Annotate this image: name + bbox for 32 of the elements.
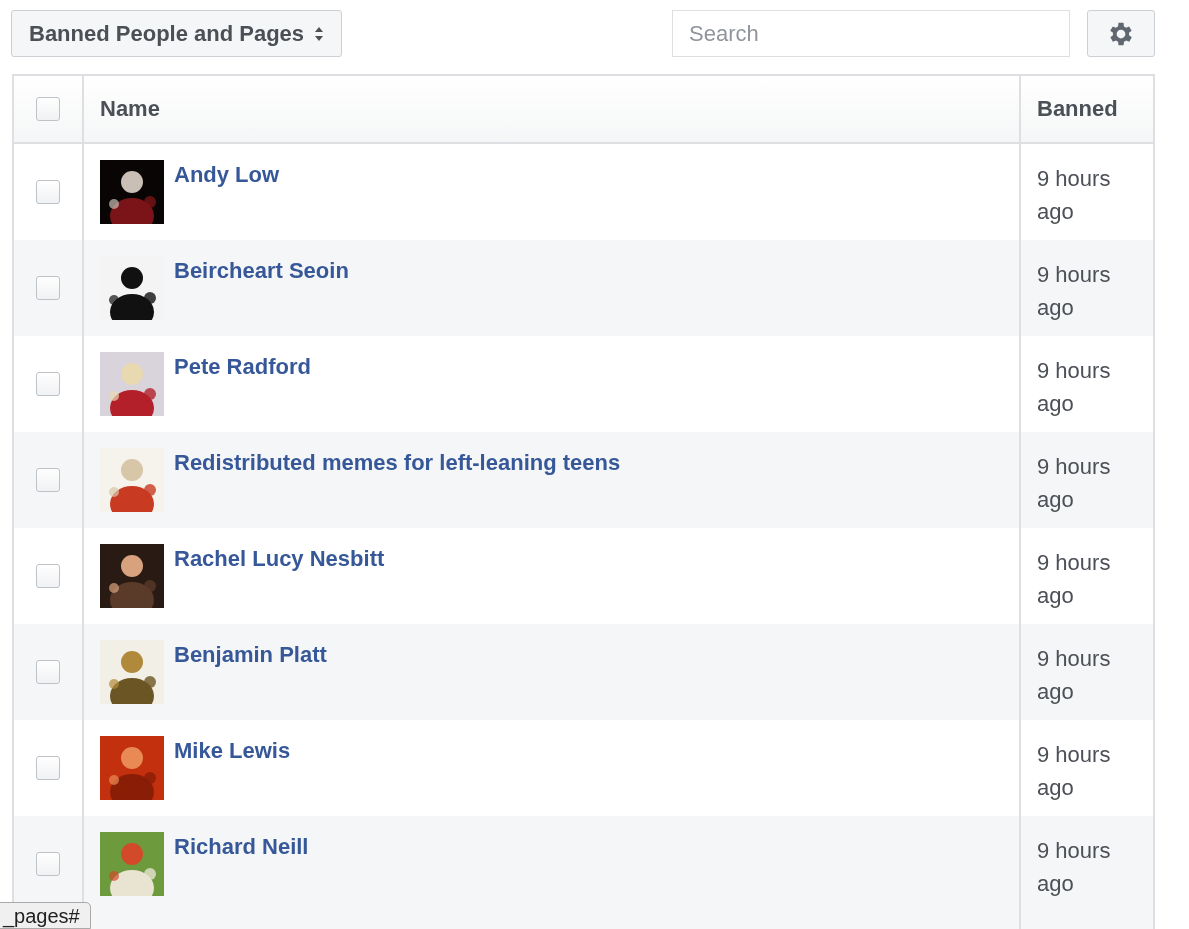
list-selector[interactable]: Banned People and Pages [11,10,343,57]
banned-time: 9 hours ago [1037,453,1112,514]
select-all-checkbox[interactable] [36,97,60,121]
row-checkbox[interactable] [36,756,60,780]
settings-button[interactable] [1087,10,1155,57]
row-checkbox[interactable] [36,852,60,876]
profile-link[interactable]: Richard Neill [174,834,309,860]
banned-time: 9 hours ago [1037,165,1112,226]
banned-time: 9 hours ago [1037,357,1112,418]
banned-time: 9 hours ago [1037,549,1112,610]
banned-time: 9 hours ago [1037,741,1112,802]
profile-link[interactable]: Beircheart Seoin [174,258,349,284]
row-checkbox[interactable] [36,660,60,684]
banned-time: 9 hours ago [1037,261,1112,322]
column-header: Name [100,96,160,122]
sort-icon [314,25,325,42]
status-url: _pages# [0,902,91,929]
row-checkbox[interactable] [36,276,60,300]
banned-time: 9 hours ago [1037,837,1112,898]
row-checkbox[interactable] [36,564,60,588]
profile-link[interactable]: Rachel Lucy Nesbitt [174,546,385,572]
row-checkbox[interactable] [36,372,60,396]
profile-link[interactable]: Benjamin Platt [174,642,327,668]
column-header: Banned [1037,96,1118,122]
profile-link[interactable]: Redistributed memes for left-leaning teens [174,450,621,476]
profile-link[interactable]: Andy Low [174,162,280,188]
profile-link[interactable]: Mike Lewis [174,738,291,764]
profile-link[interactable]: Pete Radford [174,354,311,380]
banned-time: 9 hours ago [1037,645,1112,706]
row-checkbox[interactable] [36,468,60,492]
row-checkbox[interactable] [36,180,60,204]
search-field[interactable]: Search [672,10,1070,57]
